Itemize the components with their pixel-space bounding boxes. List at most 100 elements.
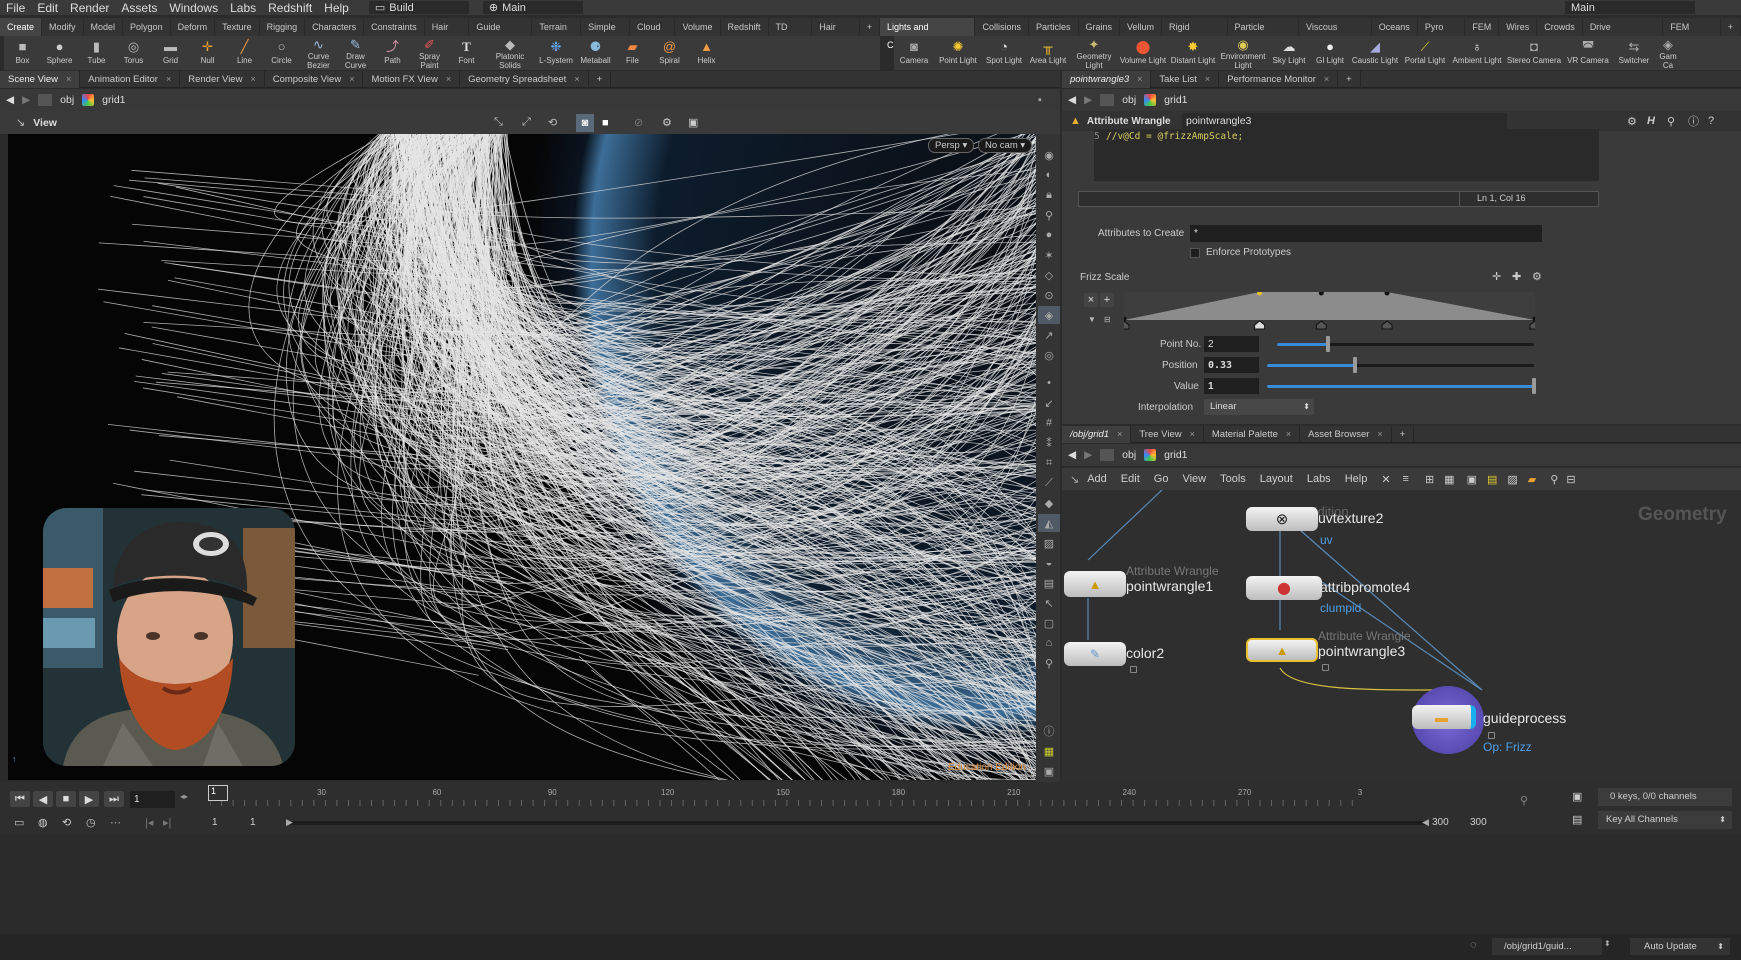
menu-arrow-icon[interactable]: ↘ [1070,473,1079,486]
prim-numbers-icon[interactable]: ⁑ [1038,434,1060,452]
tab-geometry-spreadsheet[interactable]: Geometry Spreadsheet × [460,70,589,88]
network-editor[interactable]: n Edition Geometry ⊗ uvtexture2 uv Attri… [1062,490,1741,782]
slider-knob[interactable] [1353,357,1358,373]
image-icon[interactable]: ▨ [1507,473,1517,486]
point-no-slider[interactable] [1277,336,1534,352]
tool-distant-light[interactable]: ✸ Distant Light [1168,36,1218,70]
shelf-tab[interactable]: Particles [1029,18,1079,36]
transform-tool-icon[interactable]: ⤢ [522,116,531,129]
network-menu-go[interactable]: Go [1154,473,1169,485]
shelf-tab[interactable]: Redshift [721,18,769,36]
shelf-tab[interactable]: Viscous Fluids [1299,18,1372,50]
prev-key-icon[interactable]: |◂ [145,816,153,829]
chevron-updown-icon[interactable]: ⬍ [1604,939,1611,948]
tab-render-view[interactable]: Render View × [180,70,265,88]
loop-icon[interactable]: ⟲ [62,816,71,829]
tool-grid[interactable]: ▬ Grid [152,36,189,70]
persp-menu[interactable]: Persp ▾ [928,138,975,153]
network-menu-help[interactable]: Help [1345,473,1368,485]
tool-line[interactable]: ╱ Line [226,36,263,70]
shelf-tab[interactable]: Deform [171,18,216,36]
shelf-tab[interactable]: Constraints [364,18,425,36]
playhead-marker[interactable]: 1 [208,785,228,801]
camera-menu[interactable]: No cam ▾ [978,138,1033,153]
desktop-select[interactable]: ▭ Build [368,1,469,14]
point-no-field[interactable]: 2 [1204,336,1259,352]
home-icon[interactable]: ⌂ [1038,634,1060,652]
close-icon[interactable]: × [1377,426,1382,443]
path-grid1[interactable]: grid1 [102,94,125,106]
light-icon[interactable]: ✶ [1038,246,1060,264]
list-icon[interactable]: ≡ [1403,473,1409,485]
view-arrow-icon[interactable]: ↘ [16,116,25,129]
record-icon[interactable]: ⊘ [634,116,643,129]
search-icon[interactable]: ⚲ [1550,473,1558,486]
tab-scene-view[interactable]: Scene View × [0,70,81,88]
color-node[interactable]: ✎ [1064,642,1126,666]
context-select[interactable]: ⊕ Main [482,1,583,14]
grid-view-icon[interactable]: ⊞ [1425,473,1434,486]
rotate-tool-icon[interactable]: ⟲ [548,116,557,129]
position-slider[interactable] [1267,357,1534,373]
tool-spray-paint[interactable]: ✐ Spray Paint [411,36,448,71]
tab-tree-view[interactable]: Tree View × [1131,425,1204,443]
close-icon[interactable]: × [166,71,171,88]
frame-icon[interactable]: ▢ [1038,614,1060,632]
network-menu-view[interactable]: View [1182,473,1206,485]
tab-performance-monitor[interactable]: Performance Monitor × [1219,70,1339,88]
tool-box[interactable]: ■ Box [4,36,41,70]
tab-asset-browser[interactable]: Asset Browser × [1300,425,1392,443]
shelf-tab[interactable]: Polygon [123,18,171,36]
shelf-tab[interactable]: Create [0,18,43,36]
add-tab-button[interactable]: + [589,70,612,88]
gear-icon[interactable]: ⚙ [1627,115,1637,128]
flipbook-icon[interactable]: ▣ [688,116,698,129]
pointwrangle1-node[interactable]: ▲ [1064,571,1126,597]
close-icon[interactable]: × [1117,426,1122,443]
backface-icon[interactable]: ◆ [1038,494,1060,512]
jump-end-button[interactable]: ⏭ [104,791,124,807]
status-path[interactable]: /obj/grid1/guid... [1492,938,1602,955]
step-icon[interactable]: ◂▸ [180,792,188,801]
tool-font[interactable]: T Font [448,36,485,70]
slider-knob[interactable] [1532,378,1536,394]
vex-code-editor[interactable]: 5 //v@Cd = @frizzAmpScale; [1094,129,1599,181]
menu-render[interactable]: Render [64,1,115,15]
tab-take-list[interactable]: Take List × [1151,70,1220,88]
shelf-tab[interactable]: Modify [42,18,84,36]
tool-environment-light[interactable]: ◉ Environment Light [1218,36,1268,71]
tool-gamepad-camera[interactable]: ◈ Gam Ca [1656,36,1680,71]
forward-arrow-icon[interactable]: ▶ [1084,449,1092,461]
network-menu-tools[interactable]: Tools [1220,473,1246,485]
shelf-tab[interactable]: FEM Cloth [1663,18,1721,50]
shelf-tab[interactable]: Crowds [1537,18,1583,36]
play-button[interactable]: ▶ [79,791,99,807]
menu-edit[interactable]: Edit [31,1,64,15]
shelf-tab[interactable]: Wires [1499,18,1538,36]
tool-sphere[interactable]: ● Sphere [41,36,78,70]
close-icon[interactable]: × [446,71,451,88]
range-start-2[interactable]: 1 [250,817,256,828]
enforce-prototypes-checkbox[interactable] [1190,248,1200,258]
tool-area-light[interactable]: ╥ Area Light [1026,36,1070,70]
tool-ambient-light[interactable]: ♁ Ambient Light [1450,36,1504,70]
zoom-icon[interactable]: ⚲ [1520,794,1528,807]
wrench-icon[interactable]: ✕ [1381,473,1390,486]
range-start[interactable]: 1 [212,817,218,828]
tab-animation-editor[interactable]: Animation Editor × [80,70,181,88]
help-h-icon[interactable]: H [1647,115,1655,127]
pointwrangle3-node[interactable]: ▲ [1246,638,1318,662]
dot-icon[interactable]: • [1038,374,1060,392]
ramp-remove-button[interactable]: × [1084,293,1098,307]
shelf-tab[interactable]: Lights and Cameras [880,18,976,50]
slider-knob[interactable] [1326,336,1331,352]
close-icon[interactable]: × [1137,71,1142,88]
ramp-gear-icon[interactable]: ⚙ [1532,270,1542,283]
tool-null[interactable]: ✛ Null [189,36,226,70]
shelf-tab[interactable]: Characters [305,18,365,36]
ramp-chain-icon[interactable]: ⊟ [1104,315,1111,324]
tool-volume-light[interactable]: ⬤ Volume Light [1118,36,1168,70]
close-icon[interactable]: × [1205,71,1210,88]
stop-button[interactable]: ■ [56,791,76,807]
tab-material-palette[interactable]: Material Palette × [1204,425,1301,443]
